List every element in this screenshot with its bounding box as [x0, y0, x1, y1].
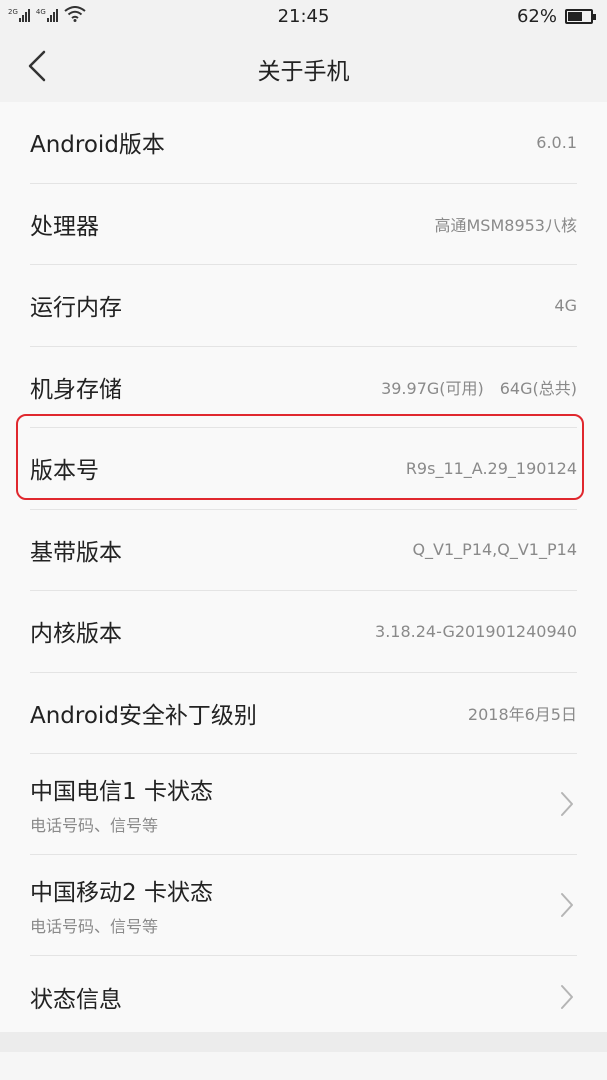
- chevron-right-icon: [561, 893, 573, 917]
- build-number-row[interactable]: 版本号 R9s_11_A.29_190124: [30, 428, 577, 510]
- sim2-status-row[interactable]: 中国移动2 卡状态 电话号码、信号等: [30, 855, 577, 956]
- next-section: [0, 1052, 607, 1080]
- security-patch-row: Android安全补丁级别 2018年6月5日: [30, 673, 577, 754]
- page-title: 关于手机: [257, 59, 350, 85]
- settings-list: Android版本 6.0.1 处理器 高通MSM8953八核 运行内存 4G …: [0, 102, 607, 1032]
- row-label: 版本号: [30, 458, 99, 485]
- row-value: 4G: [554, 295, 577, 315]
- row-value: 39.97G(可用) 64G(总共): [381, 378, 577, 398]
- row-label: 运行内存: [30, 295, 122, 322]
- storage-row: 机身存储 39.97G(可用) 64G(总共): [30, 347, 577, 428]
- row-value: 高通MSM8953八核: [434, 215, 578, 235]
- sim1-status-row[interactable]: 中国电信1 卡状态 电话号码、信号等: [30, 754, 577, 855]
- title-bar: 关于手机: [0, 32, 607, 102]
- row-subtitle: 电话号码、信号等: [30, 816, 159, 835]
- row-label: 状态信息: [30, 986, 122, 1013]
- status-icons-right: 62%: [516, 6, 596, 27]
- row-label: 处理器: [30, 213, 99, 240]
- battery-icon: [565, 9, 596, 24]
- row-label: 基带版本: [30, 539, 122, 566]
- android-version-row: Android版本 6.0.1: [30, 102, 577, 184]
- row-value: 2018年6月5日: [467, 704, 577, 724]
- row-value: R9s_11_A.29_190124: [405, 458, 577, 478]
- section-divider: [0, 1032, 607, 1052]
- chevron-right-icon: [561, 792, 573, 816]
- row-subtitle: 电话号码、信号等: [30, 917, 159, 936]
- row-label: 中国移动2 卡状态: [30, 880, 213, 906]
- chevron-right-icon: [561, 984, 573, 1009]
- baseband-version-row: 基带版本 Q_V1_P14,Q_V1_P14: [30, 510, 577, 591]
- row-text: 中国电信1 卡状态 电话号码、信号等: [30, 772, 213, 836]
- row-value: 3.18.24-G201901240940: [375, 621, 577, 641]
- processor-row: 处理器 高通MSM8953八核: [30, 184, 578, 265]
- row-text: 中国移动2 卡状态 电话号码、信号等: [30, 873, 213, 937]
- clock: 21:45: [277, 6, 330, 27]
- status-bar: 2G 4G 21:45 62%: [0, 0, 607, 32]
- battery-percent: 62%: [516, 6, 557, 27]
- status-info-row[interactable]: 状态信息: [30, 956, 577, 1038]
- kernel-version-row: 内核版本 3.18.24-G201901240940: [30, 591, 577, 673]
- ram-row: 运行内存 4G: [30, 265, 577, 347]
- row-value: 6.0.1: [536, 132, 577, 152]
- row-label: Android安全补丁级别: [30, 702, 257, 729]
- row-label: 内核版本: [30, 621, 122, 648]
- row-label: Android版本: [30, 132, 165, 159]
- row-value: Q_V1_P14,Q_V1_P14: [412, 540, 577, 560]
- row-label: 机身存储: [30, 376, 122, 403]
- row-label: 中国电信1 卡状态: [30, 779, 213, 805]
